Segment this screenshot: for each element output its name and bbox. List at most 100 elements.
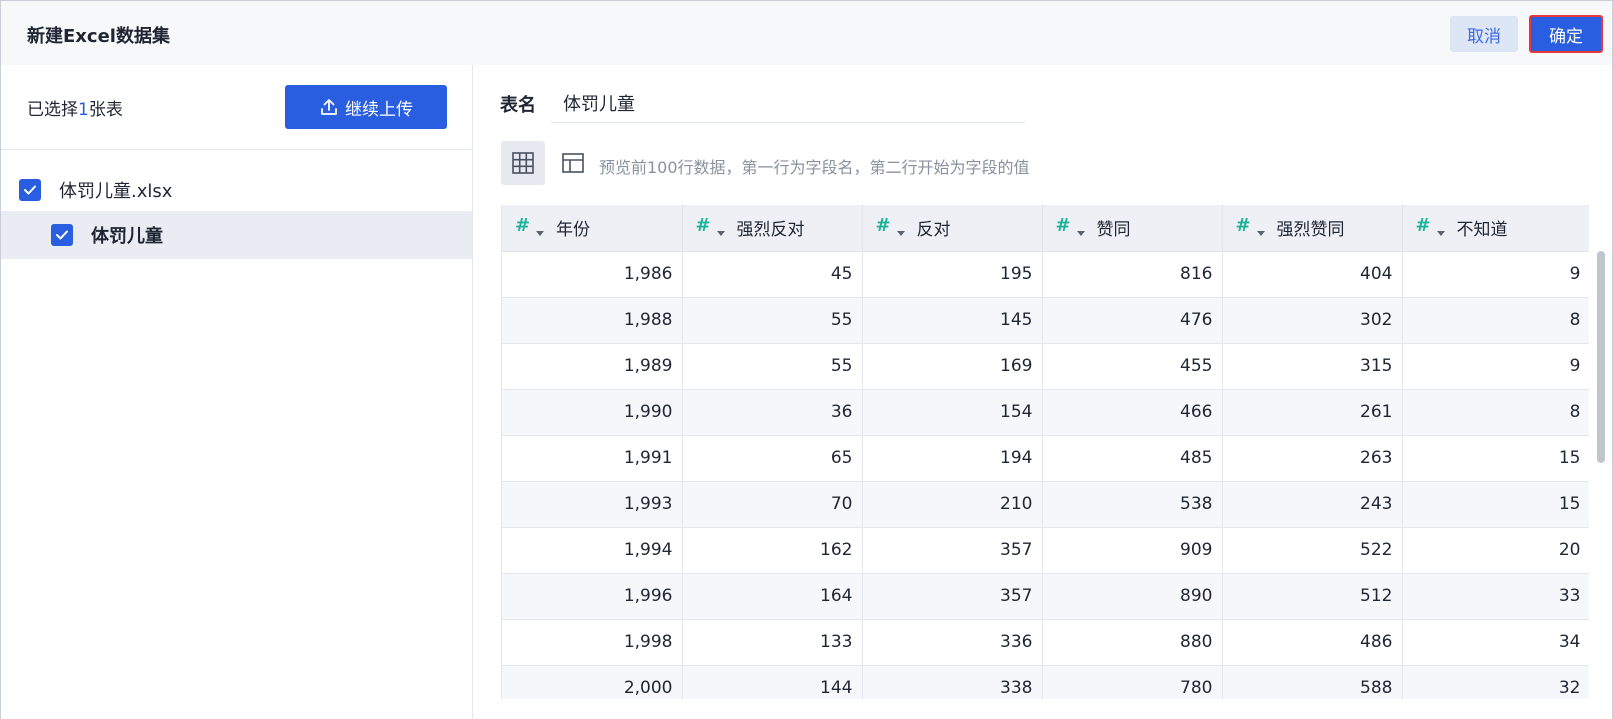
column-header[interactable]: # 年份 bbox=[502, 205, 683, 252]
layout-view-button[interactable] bbox=[557, 147, 589, 179]
table-cell: 55 bbox=[682, 297, 863, 344]
column-title: 强烈赞同 bbox=[1276, 220, 1345, 241]
table-cell: 20 bbox=[1402, 527, 1589, 574]
table-cell: 263 bbox=[1222, 435, 1403, 482]
table-cell: 780 bbox=[1042, 665, 1223, 699]
table-cell: 243 bbox=[1222, 481, 1403, 528]
hash-icon: # bbox=[695, 215, 711, 236]
table-cell: 1,988 bbox=[502, 297, 683, 344]
column-header[interactable]: # 强烈赞同 bbox=[1222, 205, 1403, 252]
table-cell: 2,000 bbox=[502, 665, 683, 699]
table-cell: 70 bbox=[682, 481, 863, 528]
table-cell: 538 bbox=[1042, 481, 1223, 528]
table-cell: 512 bbox=[1222, 573, 1403, 620]
table-cell: 32 bbox=[1402, 665, 1589, 699]
table-cell: 357 bbox=[862, 527, 1043, 574]
column-header[interactable]: # 反对 bbox=[862, 205, 1043, 252]
chevron-down-icon[interactable] bbox=[536, 231, 544, 236]
column-title: 反对 bbox=[916, 220, 951, 241]
table-cell: 36 bbox=[682, 389, 863, 436]
table-cell: 1,998 bbox=[502, 619, 683, 666]
table-row: 1,988 55 145 476 302 8 bbox=[502, 297, 1589, 344]
continue-upload-button[interactable]: 继续上传 bbox=[285, 85, 447, 129]
table-body: 1,986 45 195 816 404 9 1,988 55 145 476 302 8 1,989 5… bbox=[502, 251, 1589, 699]
sheet-name: 体罚儿童 bbox=[91, 226, 163, 247]
table-cell: 1,994 bbox=[502, 527, 683, 574]
chevron-down-icon[interactable] bbox=[716, 231, 725, 236]
table-cell: 816 bbox=[1042, 251, 1223, 298]
table-cell: 162 bbox=[682, 527, 863, 574]
table-cell: 455 bbox=[1042, 343, 1223, 390]
preview-table: # 年份 # 强烈反对 # 反对 # 赞同 # 强烈赞同 # 不知道 1,986 45 195 8… bbox=[501, 205, 1589, 699]
table-cell: 145 bbox=[862, 297, 1043, 344]
table-cell: 1,993 bbox=[502, 481, 683, 528]
chevron-down-icon[interactable] bbox=[1076, 231, 1085, 236]
table-cell: 9 bbox=[1402, 343, 1589, 390]
vertical-scrollbar[interactable] bbox=[1597, 251, 1605, 463]
grid-view-button[interactable] bbox=[501, 141, 545, 185]
hash-icon: # bbox=[1055, 215, 1071, 236]
table-cell: 210 bbox=[862, 481, 1043, 528]
table-row: 1,986 45 195 816 404 9 bbox=[502, 251, 1589, 298]
chevron-down-icon[interactable] bbox=[1256, 231, 1265, 236]
column-header[interactable]: # 赞同 bbox=[1042, 205, 1223, 252]
column-header[interactable]: # 强烈反对 bbox=[682, 205, 863, 252]
file-name: 体罚儿童.xlsx bbox=[59, 181, 173, 202]
hash-icon: # bbox=[1235, 215, 1251, 236]
table-cell: 336 bbox=[862, 619, 1043, 666]
column-title: 年份 bbox=[556, 220, 590, 241]
hash-icon: # bbox=[875, 215, 891, 236]
table-cell: 154 bbox=[862, 389, 1043, 436]
table-cell: 404 bbox=[1222, 251, 1403, 298]
table-cell: 338 bbox=[862, 665, 1043, 699]
table-cell: 1,991 bbox=[502, 435, 683, 482]
column-header[interactable]: # 不知道 bbox=[1402, 205, 1589, 252]
table-cell: 880 bbox=[1042, 619, 1223, 666]
column-title: 不知道 bbox=[1456, 220, 1508, 241]
table-cell: 1,986 bbox=[502, 251, 683, 298]
sheet-item[interactable]: 体罚儿童 bbox=[1, 211, 472, 259]
checkbox-checked-icon[interactable] bbox=[19, 179, 41, 201]
table-cell: 15 bbox=[1402, 435, 1589, 482]
table-cell: 34 bbox=[1402, 619, 1589, 666]
table-cell: 15 bbox=[1402, 481, 1589, 528]
table-cell: 1,989 bbox=[502, 343, 683, 390]
table-row: 1,993 70 210 538 243 15 bbox=[502, 481, 1589, 528]
file-item[interactable]: 体罚儿童.xlsx bbox=[1, 167, 472, 213]
table-cell: 1,990 bbox=[502, 389, 683, 436]
selected-count-text: 已选择1张表 bbox=[27, 95, 123, 120]
table-header-row: # 年份 # 强烈反对 # 反对 # 赞同 # 强烈赞同 # 不知道 bbox=[502, 205, 1589, 252]
table-row: 1,994 162 357 909 522 20 bbox=[502, 527, 1589, 574]
table-cell: 302 bbox=[1222, 297, 1403, 344]
table-cell: 485 bbox=[1042, 435, 1223, 482]
confirm-button[interactable]: 确定 bbox=[1529, 15, 1603, 53]
cancel-button[interactable]: 取消 bbox=[1450, 16, 1518, 52]
dialog-header: 新建Excel数据集 取消 确定 bbox=[1, 1, 1612, 65]
table-name-label: 表名 bbox=[500, 95, 536, 116]
table-cell: 1,996 bbox=[502, 573, 683, 620]
table-cell: 476 bbox=[1042, 297, 1223, 344]
chevron-down-icon[interactable] bbox=[896, 231, 905, 236]
preview-hint: 预览前100行数据，第一行为字段名，第二行开始为字段的值 bbox=[599, 158, 1030, 177]
table-name-input[interactable] bbox=[551, 83, 1025, 123]
table-row: 1,989 55 169 455 315 9 bbox=[502, 343, 1589, 390]
table-cell: 9 bbox=[1402, 251, 1589, 298]
table-cell: 588 bbox=[1222, 665, 1403, 699]
selected-suffix: 张表 bbox=[88, 100, 123, 120]
selected-count-number: 1 bbox=[78, 100, 89, 120]
dialog: 新建Excel数据集 取消 确定 已选择1张表 继续上传 体罚儿童.xlsx 体… bbox=[0, 0, 1613, 719]
chevron-down-icon[interactable] bbox=[1436, 231, 1445, 236]
table-cell: 8 bbox=[1402, 297, 1589, 344]
table-cell: 357 bbox=[862, 573, 1043, 620]
table-cell: 315 bbox=[1222, 343, 1403, 390]
checkbox-checked-icon[interactable] bbox=[51, 224, 73, 246]
table-row: 1,990 36 154 466 261 8 bbox=[502, 389, 1589, 436]
table-cell: 55 bbox=[682, 343, 863, 390]
table-cell: 486 bbox=[1222, 619, 1403, 666]
table-cell: 65 bbox=[682, 435, 863, 482]
layout-view-icon bbox=[562, 153, 584, 173]
table-cell: 133 bbox=[682, 619, 863, 666]
table-cell: 169 bbox=[862, 343, 1043, 390]
table-row: 1,996 164 357 890 512 33 bbox=[502, 573, 1589, 620]
divider bbox=[1, 149, 472, 150]
